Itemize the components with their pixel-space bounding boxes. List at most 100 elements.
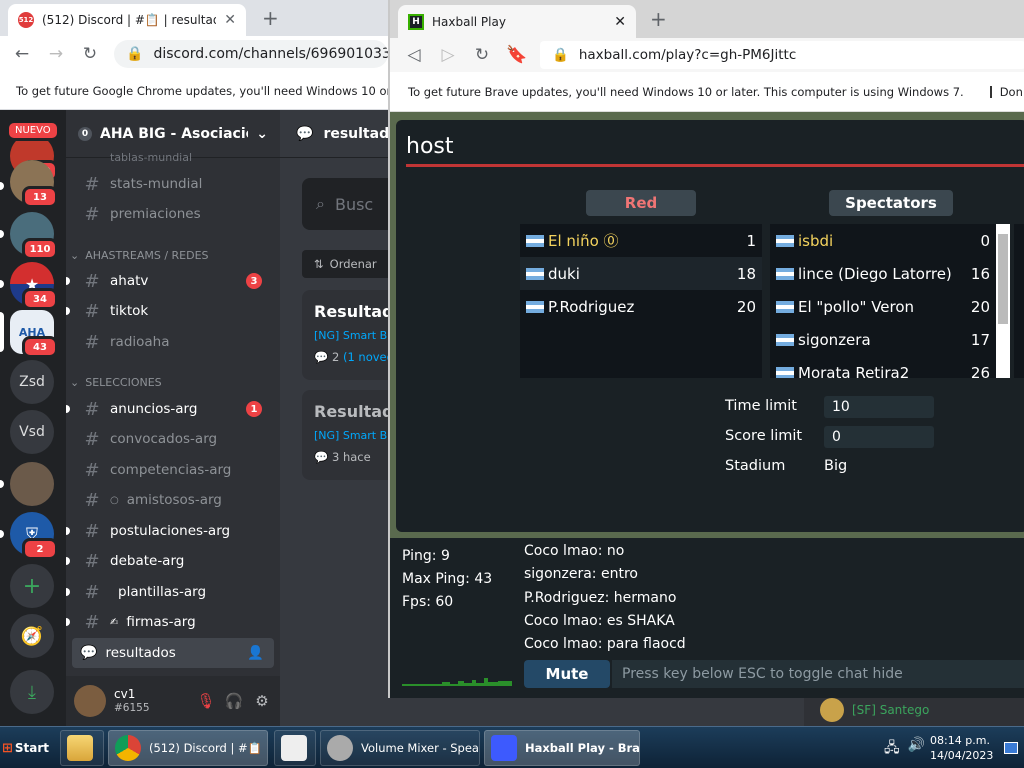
reload-icon[interactable]: ↻: [80, 44, 100, 64]
reload-icon[interactable]: ↻: [472, 45, 492, 65]
channel-debate-arg[interactable]: # debate-arg: [66, 546, 274, 576]
new-tab-icon[interactable]: +: [650, 9, 667, 29]
guild-9[interactable]: ⛨ 2: [10, 512, 58, 560]
guild-zsd[interactable]: Zsd: [10, 360, 54, 404]
avatar[interactable]: [74, 685, 106, 717]
discord-favicon: 512: [18, 12, 34, 28]
guild-badge: 43: [22, 336, 58, 358]
member-item[interactable]: [SF] Santego: [804, 694, 1024, 726]
time-limit-select[interactable]: 10: [824, 396, 934, 418]
category-selecciones[interactable]: ⌄ SELECCIONES: [70, 372, 270, 392]
channel-name: radioaha: [110, 334, 170, 350]
unread-pill: [66, 277, 70, 285]
chrome-tab-discord[interactable]: 512 (512) Discord | #📋 | resultados | AH…: [8, 4, 246, 36]
channel-convocados-arg[interactable]: # convocados-arg: [74, 424, 274, 454]
player-name: El niño ⓪: [548, 232, 619, 250]
player-row[interactable]: El niño ⓪ 1: [520, 224, 762, 257]
chrome-address-bar[interactable]: 🔒 discord.com/channels/6969010339049: [114, 40, 388, 68]
channel-firmas-arg[interactable]: # ✍ firmas-arg: [66, 607, 274, 637]
unread-pill: [0, 530, 4, 538]
back-arrow-icon[interactable]: ◁: [404, 45, 424, 65]
forum-search-input[interactable]: ⌕ Busc: [302, 178, 388, 230]
channel-partial[interactable]: tablas-mundial: [74, 150, 274, 164]
volume-icon[interactable]: 🔊: [908, 737, 925, 761]
guild-aha[interactable]: AHA 43: [10, 310, 58, 358]
add-server-button[interactable]: +: [10, 564, 54, 608]
category-streams[interactable]: ⌄ AHASTREAMS / REDES: [70, 245, 270, 265]
back-arrow-icon[interactable]: ←: [12, 44, 32, 64]
player-row[interactable]: lince (Diego Latorre) 16: [770, 257, 996, 290]
guild-2[interactable]: 13: [10, 160, 58, 208]
start-button[interactable]: ⊞ Start: [2, 731, 49, 765]
show-desktop-button[interactable]: [1004, 733, 1020, 763]
forward-arrow-icon[interactable]: ▷: [438, 45, 458, 65]
guild-3[interactable]: 110: [10, 212, 58, 260]
channel-ahatv[interactable]: # ahatv 3: [66, 266, 274, 296]
taskbar-brave[interactable]: Haxball Play - Brave: [484, 730, 640, 766]
channel-resultados[interactable]: 💬 resultados 👤: [72, 638, 274, 668]
channel-tiktok[interactable]: # tiktok: [66, 296, 274, 326]
channel-competencias-arg[interactable]: # competencias-arg: [74, 455, 274, 485]
unread-pill: [66, 405, 70, 413]
player-row[interactable]: isbdi 0: [770, 224, 996, 257]
bookmark-icon[interactable]: 🔖: [506, 45, 527, 65]
new-tab-icon[interactable]: +: [262, 8, 279, 28]
selected-pill: [0, 312, 4, 352]
player-row[interactable]: P.Rodriguez 20: [520, 290, 762, 323]
mic-muted-icon[interactable]: 🎙: [196, 692, 216, 710]
user-info[interactable]: cv1 #6155: [114, 687, 188, 715]
headphones-icon[interactable]: 🎧: [224, 692, 244, 710]
discord-member-strip: [SF] Santego: [388, 694, 1024, 726]
argentina-flag-icon: [776, 300, 794, 313]
clock[interactable]: 08:14 p.m. 14/04/2023: [930, 733, 993, 763]
forward-arrow-icon[interactable]: →: [46, 44, 66, 64]
argentina-flag-icon: [526, 267, 544, 280]
taskbar-chrome[interactable]: (512) Discord | #📋 | r...: [108, 730, 268, 766]
guild-4[interactable]: ★ 34: [10, 262, 58, 310]
spectators-button[interactable]: Spectators: [829, 190, 953, 216]
channel-amistosos-arg[interactable]: # ○ amistosos-arg: [74, 485, 274, 515]
chat-input[interactable]: Press key below ESC to toggle chat hide: [612, 660, 1024, 688]
explore-compass-icon[interactable]: 🧭: [10, 614, 54, 658]
close-tab-icon[interactable]: ✕: [224, 12, 236, 28]
pen-icon: ✍: [110, 616, 119, 628]
sort-button[interactable]: ⇅ Ordenar: [302, 250, 388, 278]
scrollbar-thumb[interactable]: [998, 234, 1008, 324]
hash-icon: #: [84, 398, 100, 420]
red-team-button[interactable]: Red: [586, 190, 696, 216]
stadium-value[interactable]: Big: [824, 458, 847, 474]
mute-button[interactable]: Mute: [524, 660, 610, 688]
taskbar-explorer[interactable]: [60, 730, 104, 766]
hash-icon: #: [84, 173, 100, 195]
dont-show-checkbox[interactable]: [989, 85, 992, 98]
channel-plantillas-arg[interactable]: # plantillas-arg: [66, 577, 274, 607]
network-icon[interactable]: 🖧: [884, 737, 900, 761]
haxball-favicon: H: [408, 13, 424, 30]
taskbar-volume-mixer[interactable]: Volume Mixer - Spea...: [320, 730, 480, 766]
download-apps-icon[interactable]: ⤓: [10, 670, 54, 714]
guild-8[interactable]: [10, 462, 54, 506]
chat-message: Coco lmao: para flaocd: [524, 636, 686, 652]
brave-address-bar[interactable]: 🔒 haxball.com/play?c=gh-PM6Jittc: [540, 41, 1024, 69]
score-limit-select[interactable]: 0: [824, 426, 934, 448]
close-tab-icon[interactable]: ✕: [614, 14, 626, 30]
argentina-flag-icon: [776, 366, 794, 378]
channel-stats-mundial[interactable]: # stats-mundial: [74, 169, 274, 199]
guild-vsd[interactable]: Vsd: [10, 410, 54, 454]
forum-post-card[interactable]: Resultado [NG] Smart B 💬 3 hace: [302, 390, 388, 480]
channel-anuncios-arg[interactable]: # anuncios-arg 1: [66, 394, 274, 424]
brave-tab-haxball[interactable]: H Haxball Play ✕: [398, 5, 636, 38]
player-row[interactable]: duki 18: [520, 257, 762, 290]
channel-radioaha[interactable]: # radioaha: [74, 327, 274, 357]
channel-premiaciones[interactable]: # premiaciones: [74, 199, 274, 229]
channel-postulaciones-arg[interactable]: # postulaciones-arg: [66, 516, 274, 546]
invite-user-icon[interactable]: 👤: [247, 645, 264, 661]
forum-post-card[interactable]: Resultado [NG] Smart B 💬 2 (1 noved: [302, 290, 388, 380]
taskbar-app[interactable]: [274, 730, 316, 766]
post-subtitle: [NG] Smart B: [314, 429, 388, 442]
player-row[interactable]: El "pollo" Veron 20: [770, 290, 996, 323]
player-row[interactable]: Morata Retira2 26: [770, 356, 996, 378]
spectators-scrollbar[interactable]: [996, 224, 1010, 378]
player-row[interactable]: sigonzera 17: [770, 323, 996, 356]
gear-icon[interactable]: ⚙: [252, 692, 272, 710]
